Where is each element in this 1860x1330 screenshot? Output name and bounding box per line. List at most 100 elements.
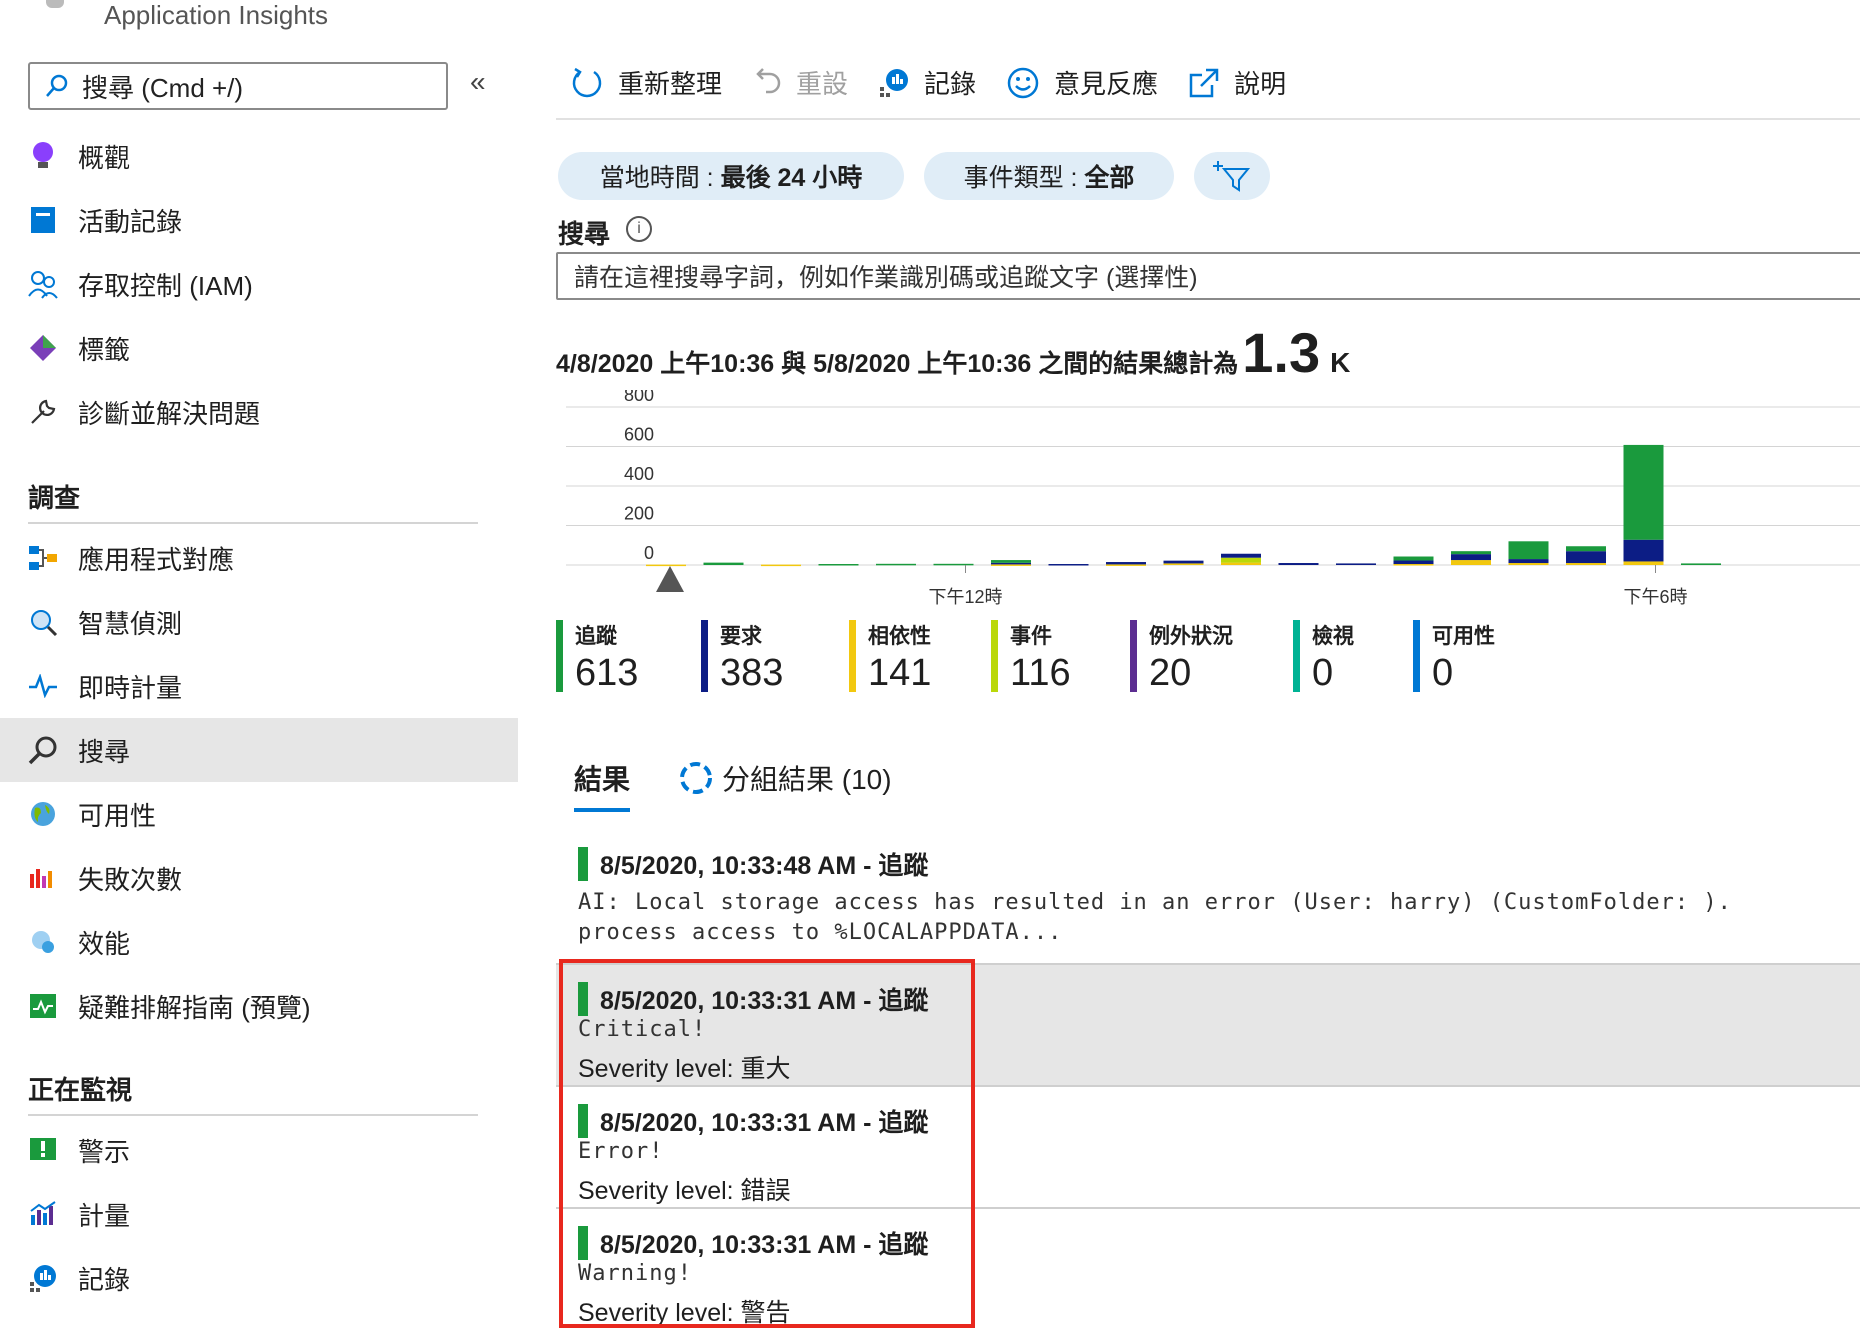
- sidebar-item-alerts[interactable]: 警示: [0, 1118, 518, 1182]
- legend-item[interactable]: 要求 383: [701, 620, 784, 694]
- bar-segment: [1163, 560, 1204, 564]
- bar-segment: [1221, 562, 1261, 565]
- toolbar-divider: [556, 118, 1860, 120]
- sidebar-item-diagnose[interactable]: 診斷並解決問題: [0, 380, 518, 444]
- refresh-label: 重新整理: [618, 69, 723, 99]
- metrics-icon: [28, 1199, 58, 1229]
- event-type-filter[interactable]: 事件類型 : 全部: [924, 152, 1174, 200]
- bar-segment: [818, 564, 859, 566]
- logs-icon: [28, 1263, 58, 1293]
- highlight-annotation-box: [559, 959, 975, 1328]
- legend-count: 116: [1010, 652, 1071, 694]
- feedback-button[interactable]: 意見反應: [1006, 64, 1158, 101]
- sidebar-item-metrics[interactable]: 計量: [0, 1182, 518, 1246]
- sidebar-item-failures[interactable]: 失敗次數: [0, 846, 518, 910]
- sidebar-item-label: 可用性: [78, 800, 157, 831]
- sidebar-item-app-map[interactable]: 應用程式對應: [0, 526, 518, 590]
- reset-button[interactable]: 重設: [752, 64, 848, 101]
- app-logo-icon: [46, 0, 64, 8]
- logs-icon: [880, 68, 909, 97]
- help-label: 說明: [1234, 69, 1287, 99]
- sidebar-item-logs[interactable]: 記錄: [0, 1246, 518, 1310]
- tag-icon: [28, 333, 58, 363]
- app-title: Application Insights: [104, 0, 329, 30]
- sidebar-item-performance[interactable]: 效能: [0, 910, 518, 974]
- sidebar-search-placeholder: 搜尋 (Cmd +/): [82, 72, 244, 103]
- sidebar-item-smart-detection[interactable]: 智慧偵測: [0, 590, 518, 654]
- bar-segment: [876, 563, 916, 566]
- legend-item[interactable]: 可用性 0: [1413, 620, 1495, 694]
- command-toolbar: 重新整理 重設 記錄 意見反應 說明: [570, 64, 1286, 101]
- result-item[interactable]: 8/5/2020, 10:33:48 AM - 追蹤 AI: Local sto…: [556, 840, 1860, 964]
- people-icon: [28, 269, 58, 299]
- search-query-input[interactable]: 請在這裡搜尋字詞，例如作業識別碼或追蹤文字 (選擇性): [556, 252, 1860, 300]
- bar-segment: [1508, 563, 1549, 565]
- logs-button[interactable]: 記錄: [878, 64, 976, 101]
- summary-unit: K: [1330, 347, 1351, 378]
- y-tick-label: 400: [624, 464, 654, 484]
- undo-icon: [756, 67, 781, 93]
- sidebar-item-label: 診斷並解決問題: [78, 398, 261, 429]
- sidebar-item-overview[interactable]: 概觀: [0, 124, 518, 188]
- bar-segment: [1623, 561, 1664, 565]
- bar-segment: [1623, 539, 1664, 562]
- bar-segment: [1163, 563, 1204, 565]
- info-icon[interactable]: i: [626, 216, 652, 242]
- legend-name: 檢視: [1312, 625, 1354, 648]
- results-summary: 4/8/2020 上午10:36 與 5/8/2020 上午10:36 之間的結…: [556, 320, 1350, 385]
- sidebar-item-label: 失敗次數: [78, 864, 183, 895]
- section-divider: [28, 522, 478, 524]
- legend-item[interactable]: 相依性 141: [849, 620, 931, 694]
- legend-name: 要求: [720, 625, 762, 648]
- sidebar-item-label: 計量: [78, 1200, 131, 1231]
- bar-segment: [1393, 556, 1434, 561]
- refresh-button[interactable]: 重新整理: [570, 64, 722, 101]
- bar-segment: [703, 562, 744, 565]
- search-query-placeholder: 請在這裡搜尋字詞，例如作業識別碼或追蹤文字 (選擇性): [574, 264, 1198, 292]
- events-histogram-chart: 800 600 400 200 0 下午12時 下午6時: [566, 390, 1860, 607]
- sidebar-item-search[interactable]: 搜尋: [0, 718, 518, 782]
- legend-name: 可用性: [1432, 625, 1495, 648]
- sidebar-item-label: 疑難排解指南 (預覽): [78, 992, 311, 1023]
- legend-item[interactable]: 追蹤 613: [556, 620, 638, 694]
- sidebar-search-input[interactable]: 搜尋 (Cmd +/): [28, 62, 448, 110]
- search-label: 搜尋: [558, 219, 611, 249]
- lightbulb-icon: [28, 141, 58, 171]
- feedback-label: 意見反應: [1054, 69, 1159, 99]
- legend-item[interactable]: 例外狀況 20: [1130, 620, 1233, 694]
- bar-segment: [1451, 554, 1491, 561]
- sidebar-item-activity-log[interactable]: 活動記錄: [0, 188, 518, 252]
- event-type-prefix: 事件類型 :: [963, 164, 1078, 192]
- pulse-icon: [28, 671, 58, 701]
- active-tab-indicator: [574, 808, 630, 812]
- bar-segment: [1393, 564, 1434, 566]
- sidebar-item-live-metrics[interactable]: 即時計量: [0, 654, 518, 718]
- sidebar-item-label: 即時計量: [78, 672, 183, 703]
- sidebar-item-availability[interactable]: 可用性: [0, 782, 518, 846]
- help-button[interactable]: 說明: [1188, 64, 1286, 101]
- bar-segment: [1106, 564, 1146, 566]
- troubleshoot-icon: [28, 991, 58, 1021]
- y-tick-label: 200: [624, 504, 654, 524]
- time-range-filter[interactable]: 當地時間 : 最後 24 小時: [558, 152, 904, 200]
- bar-segment: [1393, 560, 1434, 565]
- y-tick-label: 600: [624, 425, 654, 445]
- legend-item[interactable]: 檢視 0: [1293, 620, 1354, 694]
- sidebar-item-tags[interactable]: 標籤: [0, 316, 518, 380]
- time-brush-handle[interactable]: [655, 565, 685, 593]
- legend-count: 0: [1432, 652, 1454, 694]
- add-filter-icon: [1213, 161, 1251, 192]
- add-filter-button[interactable]: [1194, 152, 1270, 200]
- bar-segment: [933, 563, 974, 566]
- tab-results[interactable]: 結果: [574, 758, 630, 798]
- legend-item[interactable]: 事件 116: [991, 620, 1071, 694]
- legend-count: 383: [720, 652, 784, 694]
- sidebar-item-troubleshooting[interactable]: 疑難排解指南 (預覽): [0, 974, 518, 1038]
- activity-log-icon: [28, 205, 58, 235]
- collapse-sidebar-button[interactable]: «: [470, 66, 486, 98]
- sidebar-item-iam[interactable]: 存取控制 (IAM): [0, 252, 518, 316]
- tab-grouped-results[interactable]: 分組結果 (10): [678, 758, 892, 798]
- x-tick-label: 下午12時: [928, 587, 1002, 607]
- event-type-value: 全部: [1084, 164, 1135, 192]
- bar-segment: [1106, 562, 1146, 565]
